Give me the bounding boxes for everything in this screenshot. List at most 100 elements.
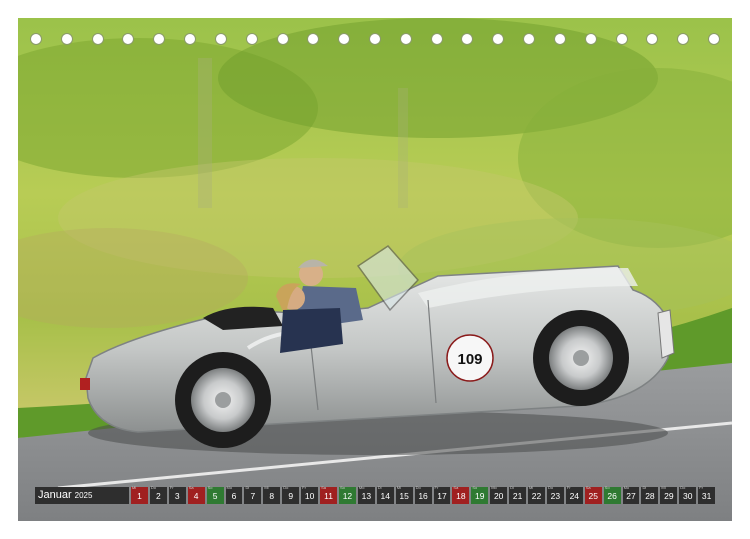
day-cell: Sa 18: [452, 485, 470, 504]
day-number: 29: [664, 491, 674, 501]
weekday-label: Sa: [321, 485, 326, 490]
day-number: 6: [231, 491, 237, 501]
weekday-label: Do: [415, 485, 421, 490]
day-cell: Sa 11: [320, 485, 337, 504]
day-number: 24: [569, 491, 580, 501]
binding-hole: [584, 33, 597, 45]
day-cell: Mo 13: [357, 485, 375, 504]
calendar-page: 109 Januar 2025 Mi 1 Do 2 Fr 3 Sa 4 So 5 Mo 6 Di 7 Mi 8 D…: [0, 0, 750, 539]
weekday-label: Mo: [226, 485, 233, 490]
weekday-label: Fr: [566, 485, 571, 490]
month-label: Januar 2025: [35, 487, 129, 504]
day-number: 17: [437, 491, 447, 501]
day-number: 25: [588, 491, 598, 501]
day-cell: Do 30: [679, 485, 697, 504]
weekday-label: Sa: [585, 485, 591, 490]
day-cell: So 19: [471, 485, 489, 504]
year-label: 2025: [74, 491, 93, 500]
day-number: 3: [174, 491, 180, 501]
weekday-label: Mi: [529, 485, 534, 490]
binding-hole: [214, 33, 227, 45]
weekday-label: Mi: [396, 485, 401, 490]
day-cell: So 12: [338, 485, 356, 504]
day-number: 26: [607, 491, 617, 501]
weekday-label: Fr: [302, 485, 306, 490]
day-cell: Mi 15: [395, 485, 413, 504]
day-number: 13: [361, 491, 372, 501]
day-number: 7: [250, 491, 256, 501]
day-number: 22: [531, 491, 542, 501]
weekday-label: Di: [245, 485, 250, 490]
day-cell: So 26: [603, 485, 621, 504]
day-number: 14: [380, 491, 390, 501]
binding-hole: [523, 33, 536, 45]
binding-hole: [615, 33, 628, 45]
day-number: 1: [137, 491, 142, 501]
weekday-label: Do: [680, 485, 686, 490]
weekday-label: Di: [642, 485, 647, 490]
binding-hole: [122, 33, 135, 45]
day-cell: Mi 8: [263, 485, 281, 504]
calendar-bar: Januar 2025 Mi 1 Do 2 Fr 3 Sa 4 So 5 Mo 6 Di 7 Mi 8 Do 9 Fr…: [35, 485, 716, 504]
binding-hole: [492, 33, 505, 45]
day-number: 20: [493, 491, 504, 501]
day-cell: Do 9: [282, 485, 300, 504]
day-cell: Mi 22: [528, 485, 545, 504]
binding-hole: [708, 33, 720, 45]
day-number: 5: [212, 491, 218, 501]
binding-hole: [276, 33, 289, 45]
weekday-label: Fr: [699, 485, 703, 490]
day-number: 10: [304, 491, 315, 501]
binding-hole: [399, 33, 412, 45]
day-cell: Fr 10: [301, 485, 319, 504]
day-number: 4: [193, 491, 199, 501]
binding-hole: [338, 33, 351, 45]
day-cell: Mi 1: [131, 485, 148, 504]
day-number: 9: [288, 491, 294, 501]
day-cell: Do 2: [149, 485, 167, 504]
weekday-label: Do: [150, 485, 157, 490]
day-number: 27: [626, 491, 636, 501]
day-cell: Mo 27: [622, 485, 640, 504]
weekday-label: Mo: [358, 485, 365, 490]
day-number: 23: [550, 491, 561, 501]
car-photo: 10 9: [18, 18, 732, 521]
day-number: 28: [645, 491, 655, 501]
binding-hole: [646, 33, 659, 45]
day-number: 12: [342, 491, 353, 501]
weekday-label: Mo: [623, 485, 630, 490]
day-cell: Mi 29: [660, 485, 678, 504]
binding-hole: [60, 33, 73, 45]
binding-holes: [30, 33, 720, 47]
binding-hole: [430, 33, 443, 45]
day-cell: Di 21: [509, 485, 527, 504]
binding-hole: [677, 33, 690, 45]
day-number: 11: [324, 491, 333, 501]
day-number: 19: [475, 491, 485, 501]
weekday-label: Mi: [264, 485, 269, 490]
binding-hole: [245, 33, 258, 45]
binding-hole: [184, 33, 197, 45]
day-cell: Di 28: [641, 485, 659, 504]
day-number: 16: [418, 491, 428, 501]
weekday-label: Fr: [169, 485, 174, 490]
month-name: Januar: [38, 489, 72, 501]
day-cell: Mo 20: [490, 485, 508, 504]
weekday-label: So: [207, 485, 213, 490]
weekday-label: So: [604, 485, 610, 490]
day-number: 18: [456, 491, 466, 501]
photo-illustration: 10 9: [18, 18, 732, 521]
day-number: 15: [399, 491, 409, 501]
day-cell: Sa 4: [187, 485, 205, 504]
weekday-label: Di: [510, 485, 514, 490]
day-cell: So 5: [206, 485, 224, 504]
day-cell: Fr 3: [168, 485, 186, 504]
binding-hole: [91, 33, 104, 45]
weekday-label: Mi: [132, 485, 137, 490]
day-cell: Di 14: [376, 485, 394, 504]
day-cell: Sa 25: [584, 485, 602, 504]
binding-hole: [461, 33, 474, 45]
day-cell: Do 16: [414, 485, 432, 504]
weekday-label: Fr: [434, 485, 439, 490]
day-number: 2: [155, 491, 161, 501]
